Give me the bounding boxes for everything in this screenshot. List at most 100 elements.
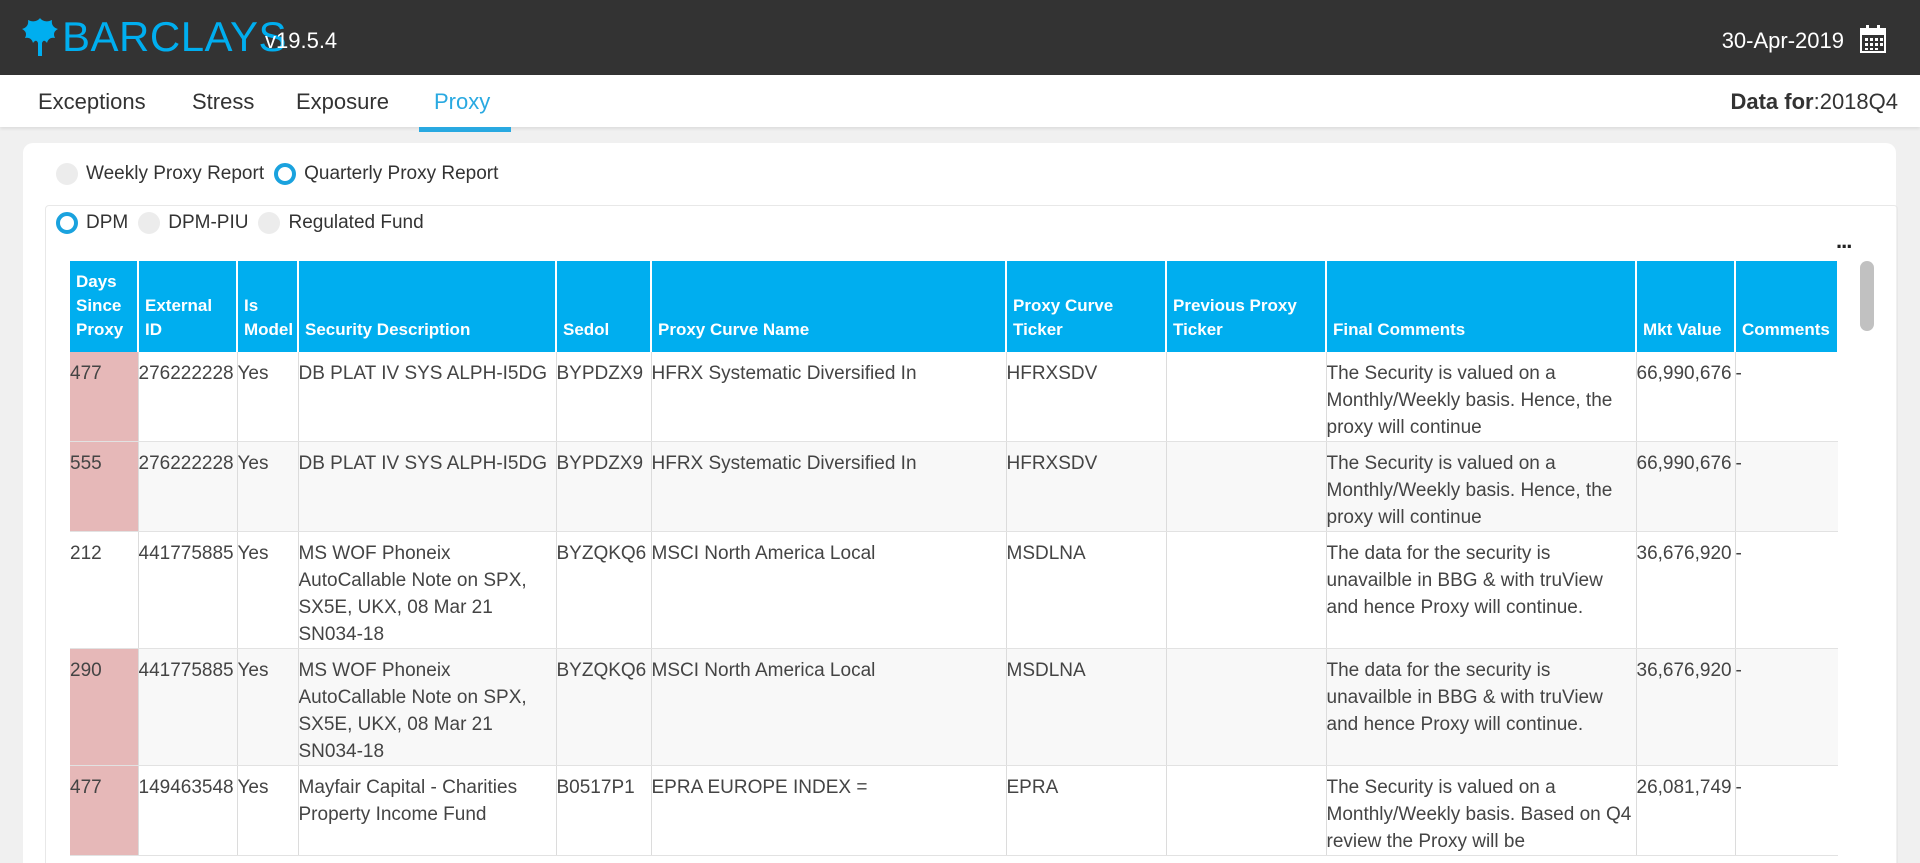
cell-sedol: BYZQKQ6 (556, 648, 652, 766)
radio-button[interactable] (258, 212, 281, 234)
cell-security-description: Mayfair Capital - Charities Property Inc… (298, 765, 557, 856)
cell-proxy-curve-name: EPRA EUROPE INDEX = (651, 765, 1007, 856)
calendar-icon[interactable] (1860, 25, 1886, 53)
cell-final-comments: The data for the security is unavailble … (1326, 648, 1637, 766)
cell-comments: - (1735, 648, 1838, 766)
cell-is-model: Yes (237, 441, 299, 532)
col-final-comments[interactable]: Final Comments (1326, 261, 1637, 352)
radio-button[interactable] (138, 212, 161, 234)
col-security-description[interactable]: Security Description (298, 261, 557, 352)
cell-comments: - (1735, 352, 1838, 442)
cell-comments: - (1735, 765, 1838, 856)
col-proxy-curve-ticker[interactable]: Proxy Curve Ticker (1006, 261, 1167, 352)
cell-comments: - (1735, 531, 1838, 649)
main-nav: Exceptions Stress Exposure Proxy Data fo… (0, 75, 1920, 127)
proxy-table: Days Since Proxy External ID Is Model Se… (70, 261, 1838, 856)
cell-final-comments: The Security is valued on a Monthly/Week… (1326, 352, 1637, 442)
data-for-value: :2018Q4 (1813, 89, 1898, 114)
radio-weekly-proxy-report[interactable]: Weekly Proxy Report (56, 163, 264, 185)
table-row[interactable]: 477 276222228 Yes DB PLAT IV SYS ALPH-I5DG B… (70, 352, 1838, 442)
radio-button-selected[interactable] (56, 212, 78, 234)
cell-security-description: MS WOF Phoneix AutoCallable Note on SPX,… (298, 648, 557, 766)
col-sedol[interactable]: Sedol (556, 261, 652, 352)
col-proxy-curve-name[interactable]: Proxy Curve Name (651, 261, 1007, 352)
cell-proxy-curve-name: HFRX Systematic Diversified In (651, 441, 1007, 532)
cell-security-description: MS WOF Phoneix AutoCallable Note on SPX,… (298, 531, 557, 649)
cell-is-model: Yes (237, 531, 299, 649)
col-comments[interactable]: Comments (1735, 261, 1838, 352)
cell-security-description: DB PLAT IV SYS ALPH-I5DG (298, 441, 557, 532)
cell-days-since-proxy: 477 (70, 352, 139, 442)
cell-is-model: Yes (237, 648, 299, 766)
col-is-model[interactable]: Is Model (237, 261, 299, 352)
current-date: 30-Apr-2019 (1721, 28, 1844, 53)
cell-previous-proxy-ticker (1166, 441, 1327, 532)
table-header-row: Days Since Proxy External ID Is Model Se… (70, 261, 1838, 352)
tab-exposure[interactable]: Exposure (296, 89, 389, 115)
cell-sedol: B0517P1 (556, 765, 652, 856)
cell-comments: - (1735, 441, 1838, 532)
cell-security-description: DB PLAT IV SYS ALPH-I5DG (298, 352, 557, 442)
top-header-bar: BARCLAYS v19.5.4 30-Apr-2019 (0, 0, 1920, 75)
col-mkt-value[interactable]: Mkt Value (1636, 261, 1736, 352)
tab-stress[interactable]: Stress (192, 89, 254, 115)
cell-proxy-curve-name: MSCI North America Local (651, 531, 1007, 649)
cell-proxy-curve-name: MSCI North America Local (651, 648, 1007, 766)
proxy-table-container: Days Since Proxy External ID Is Model Se… (70, 261, 1838, 863)
col-previous-proxy-ticker[interactable]: Previous Proxy Ticker (1166, 261, 1327, 352)
vertical-scrollbar[interactable] (1860, 261, 1874, 331)
table-row[interactable]: 555 276222228 Yes DB PLAT IV SYS ALPH-I5DG B… (70, 441, 1838, 532)
cell-proxy-curve-name: HFRX Systematic Diversified In (651, 352, 1007, 442)
cell-external-id: 276222228 (138, 352, 238, 442)
data-for-period: Data for:2018Q4 (1730, 89, 1898, 115)
barclays-logo[interactable]: BARCLAYS (20, 14, 287, 60)
cell-is-model: Yes (237, 765, 299, 856)
cell-proxy-curve-ticker: MSDLNA (1006, 531, 1167, 649)
cell-mkt-value: 26,081,749 (1636, 765, 1736, 856)
radio-regulated-fund[interactable]: Regulated Fund (258, 212, 424, 234)
data-for-label: Data for (1730, 89, 1814, 114)
cell-mkt-value: 36,676,920 (1636, 648, 1736, 766)
cell-mkt-value: 36,676,920 (1636, 531, 1736, 649)
cell-external-id: 441775885 (138, 648, 238, 766)
active-tab-indicator (419, 127, 511, 132)
tab-proxy[interactable]: Proxy (434, 89, 490, 115)
eagle-icon (22, 18, 58, 56)
table-row[interactable]: 212 441775885 Yes MS WOF Phoneix AutoCallab… (70, 531, 1838, 649)
col-external-id[interactable]: External ID (138, 261, 238, 352)
cell-days-since-proxy: 555 (70, 441, 139, 532)
radio-label: Regulated Fund (288, 212, 424, 233)
radio-dpm-piu[interactable]: DPM-PIU (138, 212, 248, 234)
radio-dpm[interactable]: DPM (56, 212, 128, 234)
cell-previous-proxy-ticker (1166, 352, 1327, 442)
cell-is-model: Yes (237, 352, 299, 442)
col-days-since-proxy[interactable]: Days Since Proxy (70, 261, 139, 352)
radio-label: Quarterly Proxy Report (304, 163, 499, 184)
cell-final-comments: The Security is valued on a Monthly/Week… (1326, 765, 1637, 856)
cell-external-id: 441775885 (138, 531, 238, 649)
cell-final-comments: The Security is valued on a Monthly/Week… (1326, 441, 1637, 532)
radio-button[interactable] (56, 163, 78, 185)
date-picker[interactable]: 30-Apr-2019 (1721, 25, 1886, 54)
cell-final-comments: The data for the security is unavailble … (1326, 531, 1637, 649)
brand-name: BARCLAYS (62, 13, 287, 60)
more-options-button[interactable]: ... (1836, 228, 1852, 254)
cell-proxy-curve-ticker: HFRXSDV (1006, 352, 1167, 442)
cell-mkt-value: 66,990,676 (1636, 441, 1736, 532)
tab-exceptions[interactable]: Exceptions (38, 89, 146, 115)
report-type-radio-group: Weekly Proxy Report Quarterly Proxy Repo… (56, 163, 508, 185)
radio-label: DPM-PIU (168, 212, 249, 233)
cell-days-since-proxy: 212 (70, 531, 139, 649)
cell-days-since-proxy: 477 (70, 765, 139, 856)
cell-external-id: 149463548 (138, 765, 238, 856)
radio-button-selected[interactable] (274, 163, 297, 185)
radio-quarterly-proxy-report[interactable]: Quarterly Proxy Report (274, 163, 498, 185)
cell-mkt-value: 66,990,676 (1636, 352, 1736, 442)
cell-days-since-proxy: 290 (70, 648, 139, 766)
cell-proxy-curve-ticker: MSDLNA (1006, 648, 1167, 766)
table-row[interactable]: 290 441775885 Yes MS WOF Phoneix AutoCallab… (70, 648, 1838, 766)
table-row[interactable]: 477 149463548 Yes Mayfair Capital - Chariti… (70, 765, 1838, 856)
cell-sedol: BYPDZX9 (556, 352, 652, 442)
cell-previous-proxy-ticker (1166, 765, 1327, 856)
cell-sedol: BYZQKQ6 (556, 531, 652, 649)
